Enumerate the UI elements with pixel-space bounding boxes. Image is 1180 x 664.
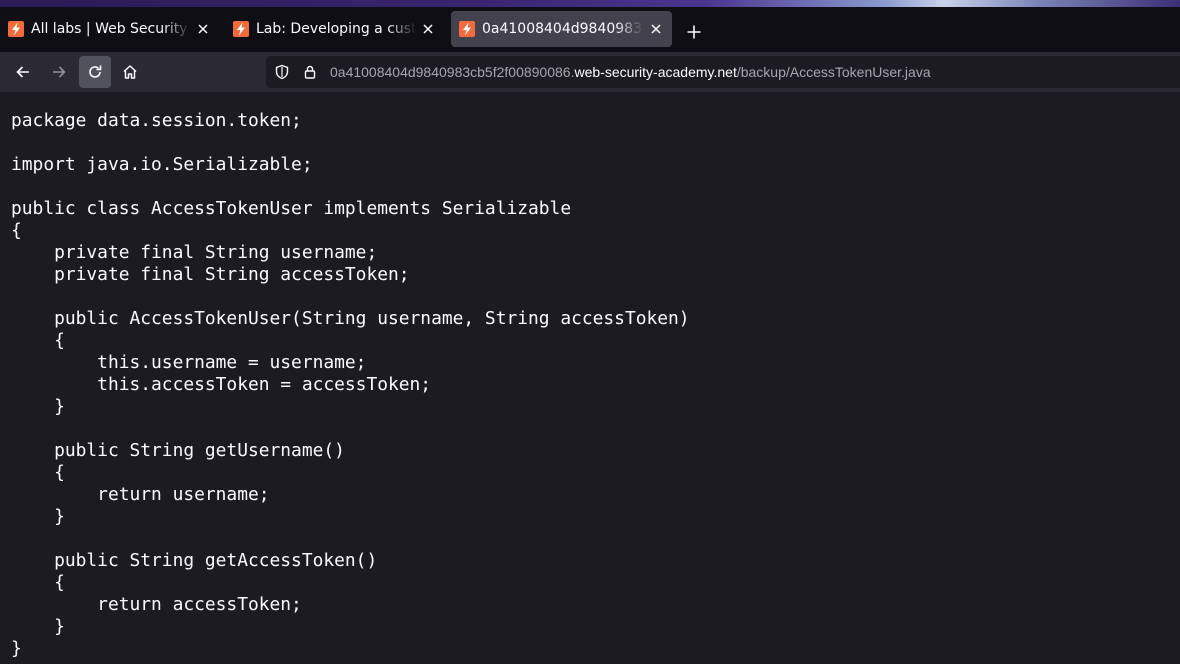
tracking-protection-shield-icon[interactable] (272, 62, 292, 82)
code-line: { (11, 330, 65, 351)
code-line: public String getUsername() (11, 440, 345, 461)
forward-button[interactable] (43, 56, 75, 88)
tab-current-page[interactable]: 0a41008404d9840983cb5f2f00890086.web-sec… (451, 11, 672, 47)
lock-icon[interactable] (300, 62, 320, 82)
code-line: { (11, 572, 65, 593)
url-text[interactable]: 0a41008404d9840983cb5f2f00890086.web-sec… (330, 64, 931, 80)
tab-title: All labs | Web Security Academy (31, 21, 191, 37)
url-subdomain: 0a41008404d9840983cb5f2f00890086. (330, 64, 575, 80)
code-line: } (11, 616, 65, 637)
home-button[interactable] (114, 56, 146, 88)
close-tab-icon[interactable] (195, 21, 211, 37)
code-line: return username; (11, 484, 270, 505)
address-bar[interactable]: 0a41008404d9840983cb5f2f00890086.web-sec… (266, 56, 1180, 88)
code-line: return accessToken; (11, 594, 302, 615)
reload-button[interactable] (79, 56, 111, 88)
code-line: public AccessTokenUser(String username, … (11, 308, 690, 329)
url-path: /backup/AccessTokenUser.java (736, 64, 931, 80)
new-tab-button[interactable] (683, 21, 705, 43)
tab-lab-custom-gadget-chain[interactable]: Lab: Developing a custom gadget chain fo… (225, 11, 444, 47)
back-button[interactable] (7, 56, 39, 88)
code-line: } (11, 506, 65, 527)
code-line: { (11, 462, 65, 483)
code-line: } (11, 396, 65, 417)
code-line: private final String username; (11, 242, 378, 263)
web-security-academy-favicon-icon (8, 21, 24, 37)
home-icon (123, 65, 137, 79)
code-line: this.accessToken = accessToken; (11, 374, 432, 395)
navigation-toolbar: 0a41008404d9840983cb5f2f00890086.web-sec… (0, 52, 1180, 92)
reload-icon (89, 65, 102, 78)
code-line: public class AccessTokenUser implements … (11, 198, 572, 219)
web-security-academy-favicon-icon (233, 21, 249, 37)
tab-all-labs[interactable]: All labs | Web Security Academy (0, 11, 219, 47)
code-line: { (11, 220, 22, 241)
code-line: private final String accessToken; (11, 264, 410, 285)
plus-icon (687, 25, 701, 39)
arrow-right-icon (53, 66, 66, 78)
page-content: package data.session.token; import java.i… (0, 92, 1180, 664)
code-line: public String getAccessToken() (11, 550, 378, 571)
code-line: import java.io.Serializable; (11, 154, 313, 175)
url-domain: web-security-academy.net (574, 64, 737, 80)
code-line: package data.session.token; (11, 110, 302, 131)
window-top-strip (0, 0, 1180, 7)
close-tab-icon[interactable] (420, 21, 436, 37)
code-line: } (11, 638, 22, 659)
tab-title: Lab: Developing a custom gadget chain fo… (256, 21, 416, 37)
tab-title: 0a41008404d9840983cb5f2f00890086.web-sec… (482, 21, 644, 37)
tab-bar: All labs | Web Security Academy Lab: Dev… (0, 7, 1180, 52)
web-security-academy-favicon-icon (459, 21, 475, 37)
code-line: this.username = username; (11, 352, 367, 373)
arrow-left-icon (16, 66, 29, 78)
close-tab-icon[interactable] (648, 21, 664, 37)
